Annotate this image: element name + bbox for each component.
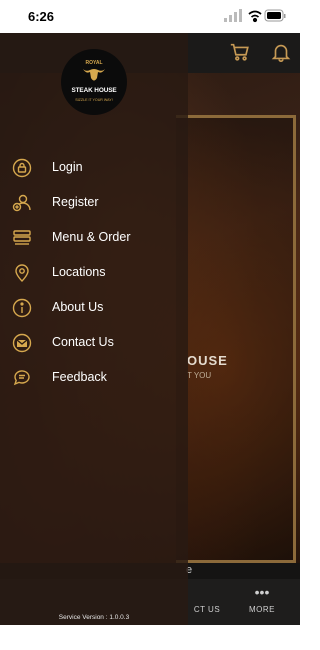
signal-icon [224, 9, 242, 22]
menu-item-locations[interactable]: Locations [0, 256, 188, 291]
hero-subtitle: T YOU [187, 371, 212, 380]
logo-tagline: SIZZLE IT YOUR WAY! [75, 98, 113, 102]
menu-label: Contact Us [52, 335, 114, 349]
more-dots-icon: ••• [254, 584, 270, 600]
menu-item-login[interactable]: Login [0, 151, 188, 186]
bull-icon [83, 69, 105, 81]
chat-icon [13, 370, 30, 386]
drawer-menu: Login Register Menu & Order Locations Ab… [0, 151, 188, 396]
menu-label: Locations [52, 265, 106, 279]
menu-label: Feedback [52, 370, 107, 384]
menu-label: About Us [52, 300, 104, 314]
menu-item-menu-order[interactable]: Menu & Order [0, 221, 188, 256]
version-text: Service Version : 1.0.0.3 [58, 614, 130, 621]
menu-item-contact-us[interactable]: Contact Us [0, 326, 188, 361]
tab-label: MORE [249, 605, 275, 614]
bell-icon[interactable] [270, 41, 292, 63]
user-add-icon [12, 194, 31, 212]
menu-label: Menu & Order [52, 230, 131, 244]
tab-contact-us[interactable]: CT US [182, 585, 232, 614]
menu-list-icon [13, 230, 31, 245]
cart-icon[interactable] [229, 41, 251, 63]
wifi-icon [248, 10, 262, 23]
hero-frame [176, 115, 296, 563]
status-time: 6:26 [28, 9, 55, 24]
brand-logo: ROYAL STEAK HOUSE SIZZLE IT YOUR WAY! [61, 49, 127, 115]
tab-more[interactable]: ••• MORE [242, 585, 282, 614]
menu-item-about-us[interactable]: About Us [0, 291, 188, 326]
location-pin-icon [15, 264, 29, 282]
menu-label: Register [52, 195, 99, 209]
logo-name: STEAK HOUSE [71, 87, 117, 94]
menu-label: Login [52, 160, 83, 174]
hero-title: OUSE [187, 353, 228, 368]
status-bar: 6:26 [0, 0, 300, 33]
battery-icon [264, 9, 286, 22]
status-icons [224, 9, 286, 23]
home-indicator-area [0, 625, 300, 650]
lock-icon [12, 158, 32, 178]
menu-item-register[interactable]: Register [0, 186, 188, 221]
tab-label: CT US [193, 605, 221, 614]
mail-icon [12, 333, 32, 353]
side-drawer: ROYAL STEAK HOUSE SIZZLE IT YOUR WAY! Lo… [0, 33, 188, 625]
info-icon [12, 298, 32, 318]
menu-item-feedback[interactable]: Feedback [0, 361, 188, 396]
contact-icon [182, 585, 232, 603]
